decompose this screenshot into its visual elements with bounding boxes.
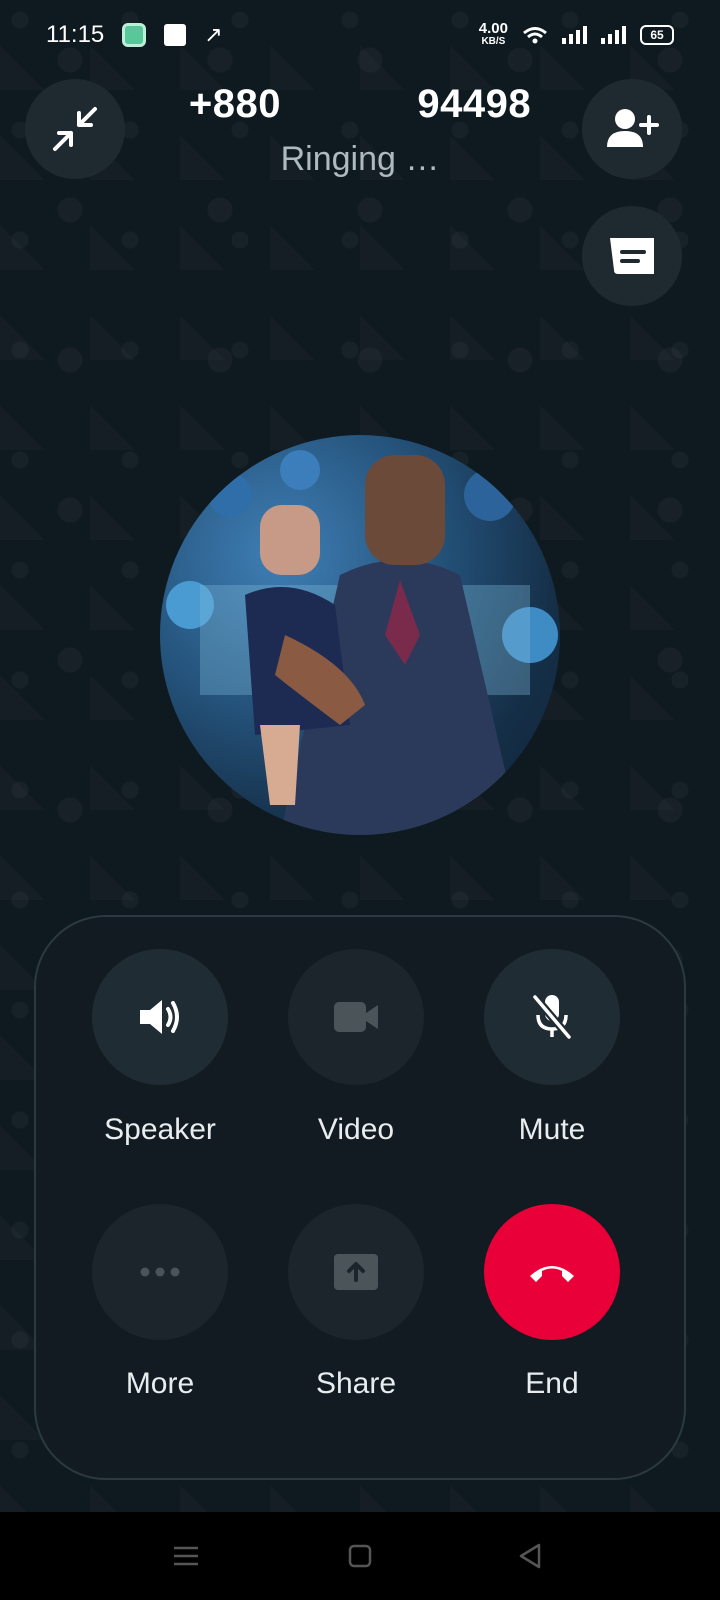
screen-share-icon [334,1254,378,1290]
signal-icon [562,26,587,44]
add-participant-button[interactable] [582,79,682,179]
video-camera-icon [334,1002,378,1032]
more-button[interactable] [92,1204,228,1340]
mute-button[interactable] [484,949,620,1085]
speaker-button[interactable] [92,949,228,1085]
end-call-button[interactable] [484,1204,620,1340]
home-button[interactable] [340,1536,380,1576]
add-person-icon [607,109,659,147]
system-navigation-bar [0,1512,720,1600]
arrow-up-right-icon: ↗ [204,22,223,47]
square-notification-icon [164,24,187,46]
message-button[interactable] [582,206,682,306]
microphone-off-icon [531,993,573,1041]
mute-label: Mute [518,1113,586,1146]
caller-number: +880 94498 [188,82,532,126]
avatar-photo [166,450,558,835]
menu-icon [174,1546,198,1566]
message-icon [610,238,654,274]
call-controls-panel: Speaker Video Mute More Share End [34,915,686,1480]
video-label: Video [317,1113,395,1146]
clock: 11:15 [46,21,105,48]
speaker-icon [140,1000,179,1034]
back-button[interactable] [510,1536,550,1576]
call-status: Ringing … [280,140,440,178]
battery-icon: 65 [640,25,674,45]
recent-apps-button[interactable] [166,1536,206,1576]
speaker-label: Speaker [104,1113,216,1146]
hang-up-icon [530,1266,574,1282]
network-speed: 4.00 KB/S [478,20,508,47]
app-notification-icon [122,23,147,47]
minimize-call-button[interactable] [25,79,125,179]
caller-avatar [160,435,560,835]
wifi-icon [523,27,547,44]
status-bar: 11:15 ↗ 4.00 KB/S 65 [0,0,720,70]
signal-icon [601,26,626,44]
more-dots-icon [140,1267,180,1277]
share-label: Share [315,1367,397,1400]
share-screen-button[interactable] [288,1204,424,1340]
home-square-icon [348,1544,372,1568]
back-triangle-icon [519,1543,541,1569]
end-label: End [525,1367,579,1400]
more-label: More [125,1367,195,1400]
video-button[interactable] [288,949,424,1085]
minimize-arrows-icon [53,107,97,151]
